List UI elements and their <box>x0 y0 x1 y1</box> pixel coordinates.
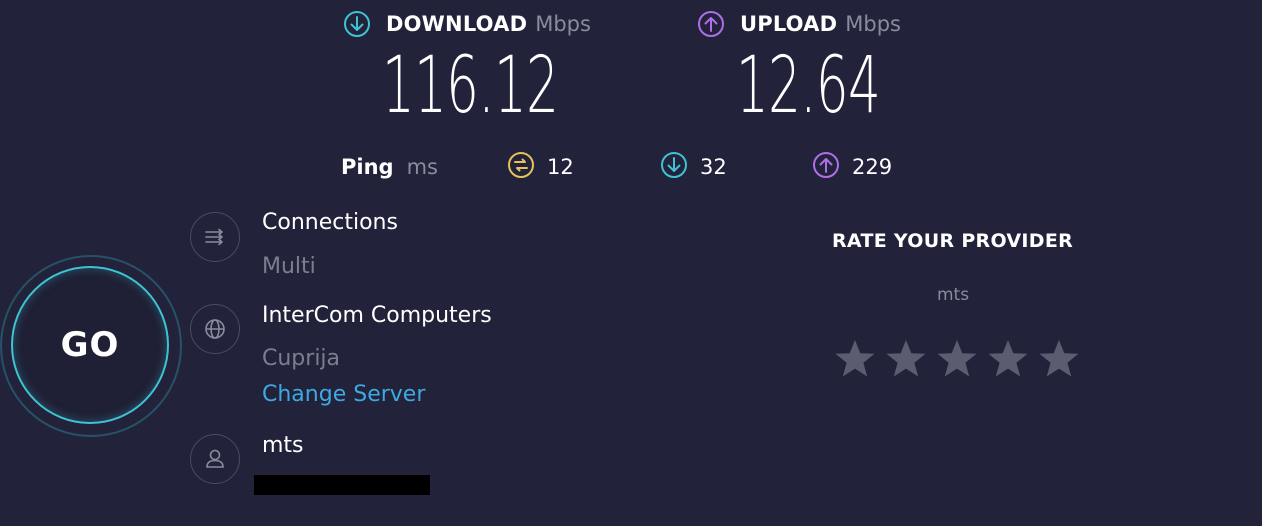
download-header: DOWNLOAD Mbps <box>343 8 591 40</box>
rate-provider-name: mts <box>937 285 970 305</box>
connections-title: Connections <box>262 210 398 235</box>
connections-icon <box>190 212 240 262</box>
upload-label: UPLOAD <box>740 12 838 36</box>
ping-idle: 12 <box>507 152 574 182</box>
rate-provider-title: RATE YOUR PROVIDER <box>832 230 1074 252</box>
download-label: DOWNLOAD <box>386 12 528 36</box>
connections-value: Multi <box>262 254 316 279</box>
star-icon-3[interactable] <box>934 336 980 382</box>
user-icon <box>190 434 240 484</box>
ping-download: 32 <box>660 152 727 182</box>
go-label: GO <box>60 325 120 365</box>
star-icon-4[interactable] <box>985 336 1031 382</box>
server-name: InterCom Computers <box>262 303 492 328</box>
upload-speed-value: 12.64 <box>736 41 881 131</box>
isp-name: mts <box>262 433 304 458</box>
arrow-down-circle-icon <box>343 10 371 38</box>
rating-stars <box>832 336 1087 382</box>
server-location: Cuprija <box>262 346 341 371</box>
ping-download-value: 32 <box>700 155 727 179</box>
download-speed-value: 116.12 <box>382 41 559 131</box>
redacted-ip-bar <box>254 475 430 495</box>
change-server-link[interactable]: Change Server <box>262 381 425 409</box>
globe-icon <box>190 304 240 354</box>
ping-unit: ms <box>406 155 438 179</box>
idle-ping-icon <box>507 151 535 183</box>
ping-header: Ping ms <box>341 152 438 182</box>
ping-label: Ping <box>341 155 394 179</box>
download-unit: Mbps <box>535 12 591 36</box>
ping-upload: 229 <box>812 152 892 182</box>
star-icon-1[interactable] <box>832 336 878 382</box>
upload-unit: Mbps <box>845 12 901 36</box>
arrow-up-circle-icon <box>697 10 725 38</box>
arrow-up-circle-icon <box>812 151 840 183</box>
go-button[interactable]: GO <box>11 266 169 424</box>
ping-upload-value: 229 <box>852 155 893 179</box>
star-icon-5[interactable] <box>1036 336 1082 382</box>
ping-idle-value: 12 <box>547 155 574 179</box>
upload-header: UPLOAD Mbps <box>697 8 901 40</box>
speedtest-result-panel: DOWNLOAD Mbps 116.12 UPLOAD Mbps 12.64 P… <box>0 0 1262 526</box>
arrow-down-circle-icon <box>660 151 688 183</box>
star-icon-2[interactable] <box>883 336 929 382</box>
